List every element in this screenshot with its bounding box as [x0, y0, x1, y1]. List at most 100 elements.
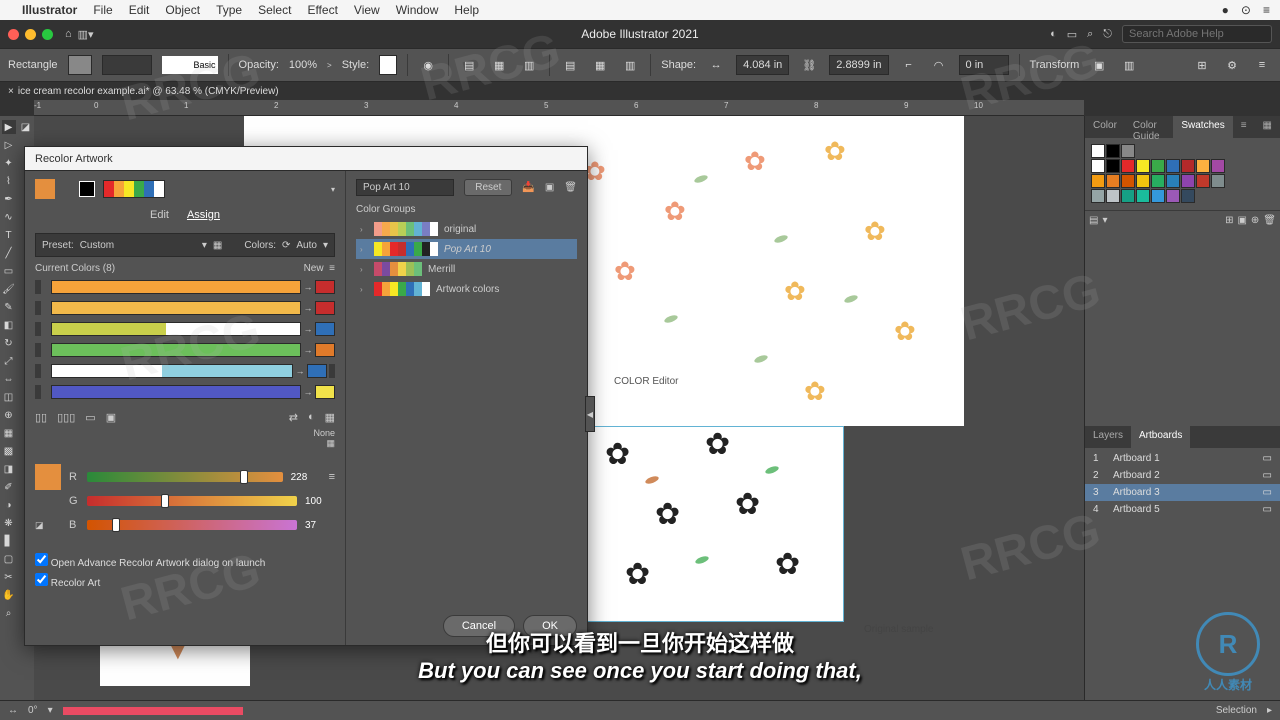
- preset-value[interactable]: Custom: [80, 240, 196, 251]
- expand-handle-icon[interactable]: ◀: [585, 396, 595, 432]
- none-grid-icon[interactable]: ▦: [326, 438, 335, 448]
- fill-stroke-icon[interactable]: ◪: [19, 120, 33, 134]
- swatch-cell[interactable]: [1151, 189, 1165, 203]
- recolor-icon[interactable]: ◉: [418, 55, 438, 75]
- preferences-icon[interactable]: ⚙: [1222, 55, 1242, 75]
- shape-builder-tool-icon[interactable]: ⊕: [2, 408, 16, 422]
- account-icon[interactable]: ◐: [1050, 28, 1057, 40]
- delete-swatch-icon[interactable]: 🗑: [1263, 215, 1276, 226]
- magic-wand-tool-icon[interactable]: ✦: [2, 156, 16, 170]
- corner-radius[interactable]: 0 in: [959, 55, 1009, 75]
- menu-type[interactable]: Type: [216, 3, 242, 17]
- tab-color-guide[interactable]: Color Guide: [1125, 116, 1173, 138]
- swatch-cell[interactable]: [1091, 144, 1105, 158]
- width-tool-icon[interactable]: ⇔: [2, 372, 16, 386]
- assign-tab[interactable]: Assign: [187, 209, 220, 221]
- color-group-select[interactable]: Pop Art 10: [356, 179, 454, 196]
- eyedropper-tool-icon[interactable]: ✐: [2, 480, 16, 494]
- artboard-selected[interactable]: [584, 426, 844, 622]
- menu-object[interactable]: Object: [165, 3, 200, 17]
- swatch-cell[interactable]: [1166, 189, 1180, 203]
- scale-tool-icon[interactable]: ⤢: [2, 354, 16, 368]
- randomize-icon[interactable]: ⇄: [289, 411, 298, 424]
- swatch-cell[interactable]: [1091, 174, 1105, 188]
- link-wh-icon[interactable]: ⛓: [799, 55, 819, 75]
- home-icon[interactable]: ⌂: [65, 28, 72, 40]
- swatch-cell[interactable]: [1181, 174, 1195, 188]
- find-field-icon[interactable]: ▦: [325, 411, 335, 424]
- swatch-cell[interactable]: [1121, 174, 1135, 188]
- color-group-row[interactable]: ›original: [356, 219, 577, 239]
- g-value[interactable]: 100: [305, 496, 335, 507]
- swatch-cell[interactable]: [1196, 159, 1210, 173]
- graph-tool-icon[interactable]: ▋: [2, 534, 16, 548]
- artboard-tool-icon[interactable]: ▢: [2, 552, 16, 566]
- color-row[interactable]: →: [35, 320, 335, 338]
- color-row[interactable]: →: [35, 362, 335, 380]
- hand-tool-icon[interactable]: ✋: [2, 588, 16, 602]
- align-middle-icon[interactable]: ▦: [590, 55, 610, 75]
- new-group-from-icon[interactable]: ▣: [545, 182, 554, 193]
- menu-select[interactable]: Select: [258, 3, 291, 17]
- curvature-tool-icon[interactable]: ∿: [2, 210, 16, 224]
- active-color-swatch[interactable]: [35, 179, 55, 199]
- style-swatch[interactable]: [379, 55, 397, 75]
- swatch-cell[interactable]: [1106, 174, 1120, 188]
- color-row[interactable]: →: [35, 383, 335, 401]
- align-bottom-icon[interactable]: ▥: [620, 55, 640, 75]
- workspace-switcher-icon[interactable]: ▥▾: [78, 28, 94, 41]
- tab-color[interactable]: Color: [1085, 116, 1125, 138]
- color-group-row[interactable]: ›Merrill: [356, 259, 577, 279]
- swatch-cell[interactable]: [1181, 189, 1195, 203]
- symbol-sprayer-icon[interactable]: ❋: [2, 516, 16, 530]
- colors-value[interactable]: Auto: [296, 240, 317, 251]
- blend-tool-icon[interactable]: ◑: [2, 498, 16, 512]
- search-icon[interactable]: ⌕: [1087, 28, 1093, 41]
- rotate-tool-icon[interactable]: ↻: [2, 336, 16, 350]
- swatch-cell[interactable]: [1181, 159, 1195, 173]
- swatch-cell[interactable]: [1196, 174, 1210, 188]
- shape-height[interactable]: 2.8899 in: [829, 55, 888, 75]
- color-group-row[interactable]: ›Artwork colors: [356, 279, 577, 299]
- color-group-row[interactable]: ›Pop Art 10: [356, 239, 577, 259]
- app-name[interactable]: Illustrator: [22, 3, 77, 17]
- snap-pixel-icon[interactable]: ⊞: [1192, 55, 1212, 75]
- swatch-cell[interactable]: [1151, 174, 1165, 188]
- swatch-cell[interactable]: [1166, 174, 1180, 188]
- rectangle-tool-icon[interactable]: ▭: [2, 264, 16, 278]
- close-tab-icon[interactable]: ×: [8, 86, 14, 97]
- preset-grid-icon[interactable]: ▦: [213, 240, 222, 251]
- menu-window[interactable]: Window: [396, 3, 439, 17]
- swatch-library-icon[interactable]: ▤: [1089, 215, 1098, 226]
- swatch-cell[interactable]: [1106, 189, 1120, 203]
- align-left-icon[interactable]: ▤: [459, 55, 479, 75]
- help-search-input[interactable]: [1122, 25, 1272, 43]
- corner-icon[interactable]: ⌐: [899, 55, 919, 75]
- b-value[interactable]: 37: [305, 520, 335, 531]
- r-slider[interactable]: [87, 472, 283, 482]
- artboard-row[interactable]: 1Artboard 1▭: [1085, 450, 1280, 467]
- swatch-cell[interactable]: [1211, 159, 1225, 173]
- separate-row-icon[interactable]: ▯▯▯: [57, 411, 75, 424]
- swatch-cell[interactable]: [1091, 189, 1105, 203]
- g-slider[interactable]: [87, 496, 297, 506]
- gpu-icon[interactable]: ⎋: [1103, 28, 1112, 41]
- new-swatch-icon[interactable]: ⊕: [1251, 215, 1259, 226]
- align-right-icon[interactable]: ▥: [519, 55, 539, 75]
- list-view-icon[interactable]: ≡: [1233, 116, 1255, 138]
- reset-button[interactable]: Reset: [464, 179, 512, 196]
- swatch-cell[interactable]: [1091, 159, 1105, 173]
- swatch-cell[interactable]: [1166, 159, 1180, 173]
- merge-row-icon[interactable]: ▯▯: [35, 411, 47, 424]
- swatches-grid[interactable]: [1085, 138, 1280, 210]
- swatch-cell[interactable]: [1121, 159, 1135, 173]
- perspective-tool-icon[interactable]: ▦: [2, 426, 16, 440]
- color-row[interactable]: →: [35, 341, 335, 359]
- shape-width[interactable]: 4.084 in: [736, 55, 789, 75]
- gradient-tool-icon[interactable]: ◨: [2, 462, 16, 476]
- cc-menu-icon[interactable]: ≡: [329, 263, 335, 274]
- r-value[interactable]: 228: [291, 472, 321, 483]
- swatch-cell[interactable]: [1136, 189, 1150, 203]
- menu-file[interactable]: File: [93, 3, 112, 17]
- swatch-cell[interactable]: [1136, 159, 1150, 173]
